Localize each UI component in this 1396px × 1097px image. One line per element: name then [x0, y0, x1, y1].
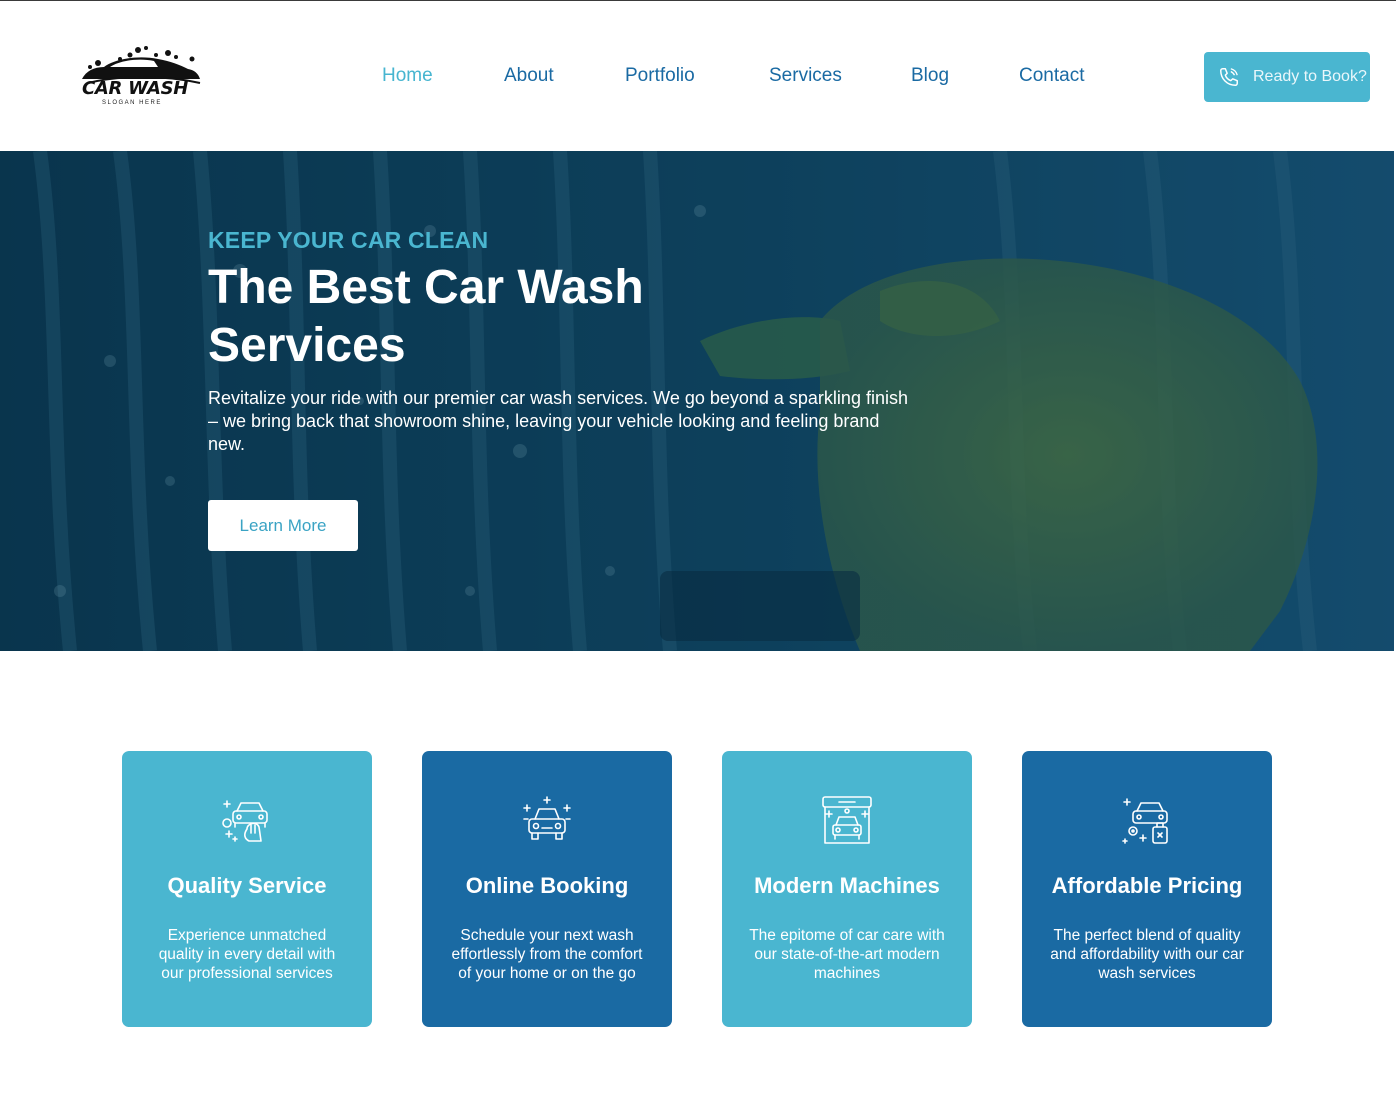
hero-title: The Best Car Wash Services	[208, 261, 644, 372]
feature-text: The perfect blend of quality and afforda…	[1050, 927, 1244, 982]
feature-text: The epitome of car care with our state-o…	[749, 927, 945, 982]
feature-title: Modern Machines	[754, 873, 940, 898]
logo-slogan: SLOGAN HERE	[102, 100, 162, 106]
feature-card-quality-service: Quality Service Experience unmatched qua…	[122, 751, 372, 1027]
site-header: CAR WASH SLOGAN HERE Home About Portfoli…	[0, 1, 1396, 151]
feature-title: Quality Service	[167, 873, 327, 898]
sparkling-car-icon	[523, 796, 571, 840]
hero-kicker: KEEP YOUR CAR CLEAN	[208, 227, 489, 253]
feature-title: Online Booking	[465, 873, 629, 898]
learn-more-button[interactable]: Learn More	[208, 500, 358, 551]
nav-item-about[interactable]: About	[504, 65, 554, 87]
nav-item-home[interactable]: Home	[382, 65, 433, 87]
feature-text: Experience unmatched quality in every de…	[158, 927, 336, 982]
feature-title: Affordable Pricing	[1051, 873, 1243, 898]
feature-card-modern-machines: Modern Machines The epitome of car care …	[722, 751, 972, 1027]
ready-to-book-button[interactable]: Ready to Book?	[1204, 52, 1370, 102]
main-nav: Home About Portfolio Services Blog Conta…	[0, 65, 1396, 91]
feature-card-online-booking: Online Booking Schedule your next wash e…	[422, 751, 672, 1027]
phone-icon	[1220, 68, 1238, 86]
car-hand-wash-icon	[222, 800, 268, 842]
car-wash-machine-icon	[822, 796, 872, 844]
nav-item-blog[interactable]: Blog	[911, 65, 949, 87]
hero-section: KEEP YOUR CAR CLEAN The Best Car Wash Se…	[0, 151, 1394, 651]
nav-item-contact[interactable]: Contact	[1019, 65, 1084, 87]
nav-item-portfolio[interactable]: Portfolio	[625, 65, 695, 87]
nav-item-services[interactable]: Services	[769, 65, 842, 87]
ready-to-book-label: Ready to Book?	[1253, 68, 1367, 85]
feature-card-affordable-pricing: Affordable Pricing The perfect blend of …	[1022, 751, 1272, 1027]
hero-description: Revitalize your ride with our premier ca…	[208, 388, 908, 454]
feature-text: Schedule your next wash effortlessly fro…	[451, 927, 643, 982]
car-shampoo-icon	[1122, 798, 1168, 844]
